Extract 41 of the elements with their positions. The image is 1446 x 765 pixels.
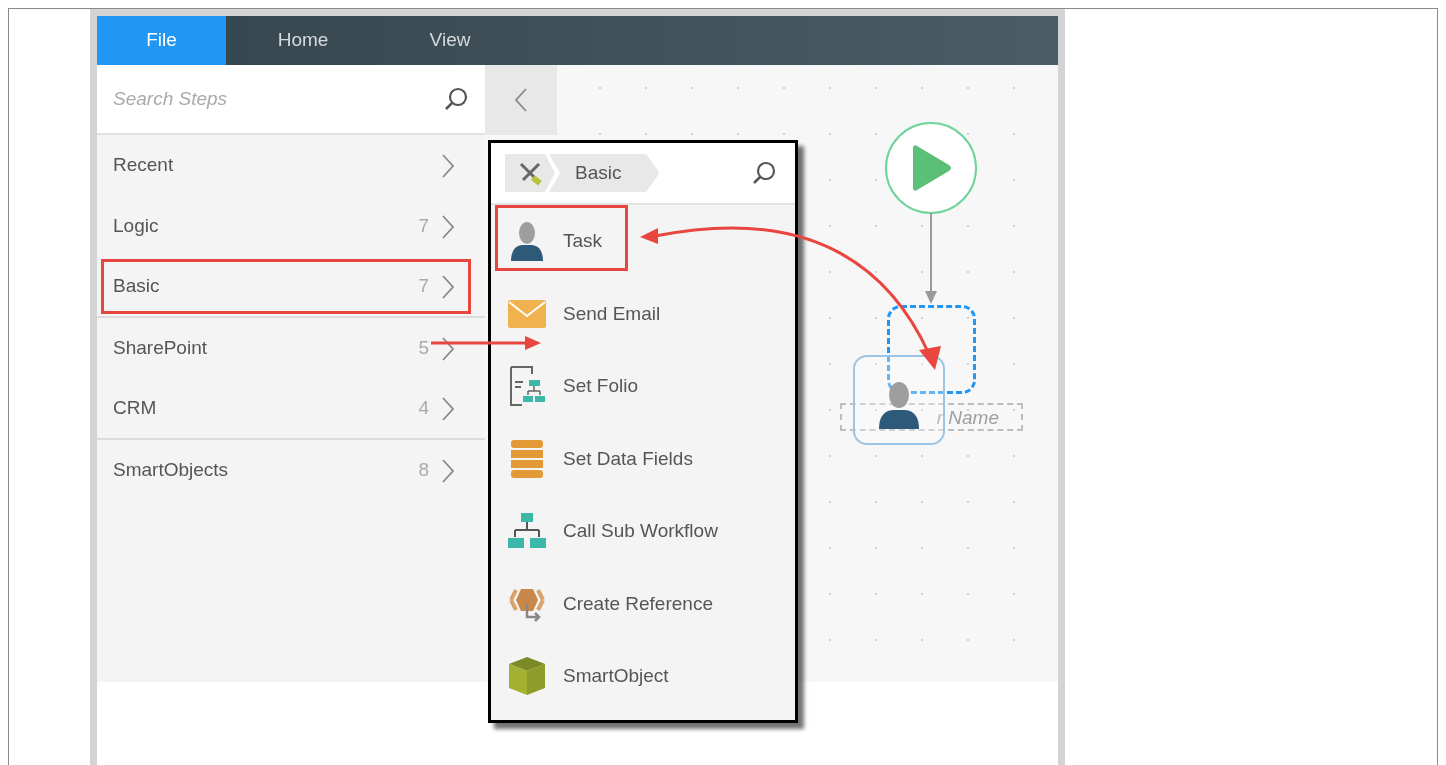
name-text: r Name bbox=[936, 407, 999, 427]
search-input[interactable]: Search Steps bbox=[113, 84, 443, 114]
search-icon bbox=[443, 86, 469, 112]
count-text: 7 bbox=[418, 214, 429, 239]
chevron-left-icon bbox=[514, 87, 528, 113]
chevron-right-icon bbox=[441, 395, 455, 422]
person-icon bbox=[877, 381, 921, 429]
chevron-right-icon bbox=[441, 273, 455, 300]
chevron-right-icon bbox=[441, 335, 455, 362]
step-item[interactable]: Task bbox=[491, 205, 795, 278]
count-text: 7 bbox=[418, 274, 429, 299]
category-item[interactable]: Logic 7 bbox=[97, 196, 485, 257]
search-icon[interactable] bbox=[751, 160, 777, 186]
step-item[interactable]: Create Reference bbox=[491, 567, 795, 640]
category-item[interactable]: Basic 7 bbox=[97, 257, 485, 318]
chevron-right-icon bbox=[441, 213, 455, 240]
step-item[interactable]: Set Folio bbox=[491, 350, 795, 423]
chevron-right-icon bbox=[441, 457, 455, 484]
count-text: 4 bbox=[418, 396, 429, 421]
menu-tab[interactable]: Home bbox=[226, 16, 380, 65]
stack-icon bbox=[511, 439, 543, 478]
person-icon bbox=[509, 221, 545, 262]
category-item[interactable]: Recent bbox=[97, 135, 485, 196]
step-item[interactable]: Send Email bbox=[491, 277, 795, 350]
envelope-icon bbox=[508, 299, 546, 328]
cube-icon bbox=[508, 656, 546, 697]
hierarchy-icon bbox=[508, 513, 546, 550]
step-item[interactable]: Call Sub Workflow bbox=[491, 495, 795, 568]
search-field[interactable]: Search Steps bbox=[97, 65, 485, 135]
category-item[interactable]: SmartObjects 8 bbox=[97, 440, 485, 501]
step-item[interactable]: SmartObject bbox=[491, 640, 795, 713]
count-text: 8 bbox=[418, 458, 429, 483]
chevron-right-icon bbox=[441, 152, 455, 179]
document-icon bbox=[508, 366, 546, 407]
tools-crumb[interactable] bbox=[505, 154, 555, 192]
step-item[interactable]: Set Data Fields bbox=[491, 422, 795, 495]
tools-icon bbox=[517, 160, 543, 186]
category-item[interactable]: SharePoint 5 bbox=[97, 318, 485, 379]
menu-tab[interactable]: View bbox=[380, 16, 520, 65]
breadcrumb-tab[interactable]: Basic bbox=[549, 154, 660, 192]
count-text: 5 bbox=[418, 336, 429, 361]
